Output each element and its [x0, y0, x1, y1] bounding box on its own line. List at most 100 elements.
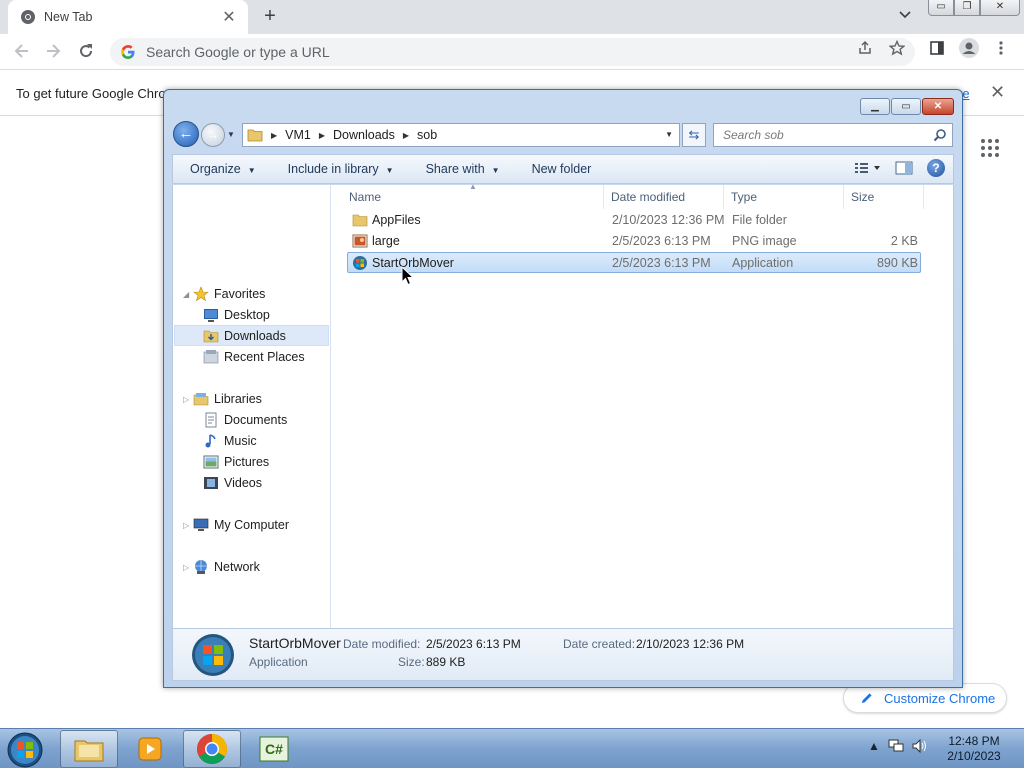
show-hidden-icons-icon[interactable]: ▲	[868, 739, 880, 753]
table-row[interactable]: AppFiles 2/10/2023 12:36 PM File folder	[348, 210, 922, 231]
explorer-forward-icon[interactable]: →	[201, 123, 225, 147]
nav-my-computer-label: My Computer	[214, 517, 290, 532]
breadcrumb-separator-icon[interactable]: ▶	[319, 131, 325, 140]
nav-favorites[interactable]: Favorites	[193, 283, 265, 304]
breadcrumb-downloads[interactable]: Downloads	[333, 128, 395, 142]
close-icon[interactable]: ✕	[980, 0, 1020, 16]
google-apps-icon[interactable]	[981, 139, 999, 157]
column-header-date-modified[interactable]: Date modified	[604, 185, 724, 209]
taskbar-csharp-button[interactable]: C#	[245, 730, 303, 768]
nav-downloads[interactable]: Downloads	[174, 325, 329, 346]
forward-icon[interactable]	[43, 42, 63, 62]
omnibox-input[interactable]	[144, 43, 764, 61]
command-bar: Organize ▼ Include in library ▼ Share with…	[172, 154, 954, 184]
folder-icon	[247, 129, 263, 142]
expand-arrow-icon[interactable]: ▷	[183, 521, 189, 530]
volume-icon[interactable]	[912, 739, 928, 753]
file-type: File folder	[732, 213, 787, 227]
system-tray: ▲	[868, 739, 928, 753]
explorer-search-box[interactable]	[713, 123, 953, 147]
recent-pages-chevron-icon[interactable]: ▼	[227, 130, 235, 139]
bookmark-star-icon[interactable]	[888, 39, 906, 60]
dropdown-arrow-icon: ▼	[491, 166, 500, 175]
nav-videos[interactable]: Videos	[203, 472, 262, 493]
include-in-library-label: Include in library	[287, 162, 379, 176]
table-row-selected[interactable]: StartOrbMover 2/5/2023 6:13 PM Applicati…	[347, 252, 921, 273]
details-file-name: StartOrbMover	[249, 635, 341, 651]
nav-pictures-label: Pictures	[224, 454, 270, 469]
csharp-icon: C#	[259, 736, 289, 762]
profile-avatar-icon[interactable]	[959, 38, 979, 62]
nav-network[interactable]: Network	[193, 556, 260, 577]
chrome-favicon-icon	[21, 10, 35, 24]
breadcrumb-vm1[interactable]: VM1	[285, 128, 311, 142]
network-tray-icon[interactable]	[888, 739, 904, 753]
back-icon[interactable]	[12, 42, 32, 62]
new-folder-button[interactable]: New folder	[515, 162, 607, 176]
taskbar-explorer-button[interactable]	[60, 730, 118, 768]
share-icon[interactable]	[857, 40, 873, 60]
table-row[interactable]: large 2/5/2023 6:13 PM PNG image 2 KB	[348, 231, 922, 252]
side-panel-icon[interactable]	[929, 40, 945, 60]
omnibox[interactable]	[110, 38, 915, 66]
address-bar[interactable]: ▶ VM1 ▶ Downloads ▶ sob ▼	[242, 123, 680, 147]
taskbar-chrome-button[interactable]	[183, 730, 241, 768]
refresh-icon[interactable]: ⇆	[682, 123, 706, 147]
taskbar-clock[interactable]: 12:48 PM 2/10/2023	[938, 734, 1010, 764]
view-options-icon[interactable]	[855, 162, 881, 174]
desktop-icon	[204, 308, 218, 322]
column-header-size[interactable]: Size	[844, 185, 924, 209]
nav-my-computer[interactable]: My Computer	[193, 514, 289, 535]
tab-close-icon[interactable]: ✕	[220, 7, 238, 27]
explorer-back-icon[interactable]: ←	[173, 121, 199, 147]
expand-arrow-icon[interactable]: ▷	[183, 563, 189, 572]
column-header-type[interactable]: Type	[724, 185, 844, 209]
new-tab-button[interactable]: +	[258, 5, 282, 29]
share-with-button[interactable]: Share with ▼	[409, 162, 515, 176]
help-icon[interactable]: ?	[927, 159, 945, 177]
explorer-search-input[interactable]	[721, 127, 921, 143]
explorer-maximize-icon[interactable]: ▭	[891, 98, 921, 115]
breadcrumb-separator-icon[interactable]: ▶	[403, 131, 409, 140]
network-icon	[195, 559, 207, 574]
column-header-name[interactable]: Name	[342, 185, 604, 209]
nav-libraries[interactable]: Libraries	[193, 388, 262, 409]
preview-pane-icon[interactable]	[895, 161, 913, 175]
dropdown-arrow-icon: ▼	[247, 166, 256, 175]
organize-button[interactable]: Organize ▼	[173, 162, 271, 176]
nav-desktop[interactable]: Desktop	[203, 304, 270, 325]
nav-documents[interactable]: Documents	[203, 409, 287, 430]
expand-arrow-icon[interactable]: ◢	[183, 290, 189, 299]
nav-music[interactable]: Music	[203, 430, 257, 451]
clock-date: 2/10/2023	[947, 749, 1001, 763]
breadcrumb-sob[interactable]: sob	[417, 128, 437, 142]
png-image-icon	[352, 234, 368, 248]
explorer-minimize-icon[interactable]: ▁	[860, 98, 890, 115]
reload-icon[interactable]	[76, 42, 96, 62]
start-orb-icon[interactable]	[7, 732, 43, 768]
restore-icon[interactable]: ❐	[954, 0, 980, 16]
tab-new-tab[interactable]: New Tab ✕	[8, 0, 248, 34]
file-date: 2/5/2023 6:13 PM	[612, 234, 711, 248]
expand-arrow-icon[interactable]: ▷	[183, 395, 189, 404]
share-with-label: Share with	[425, 162, 485, 176]
kebab-menu-icon[interactable]	[998, 40, 1004, 60]
chrome-tabstrip: New Tab ✕ + ▭ ❐ ✕	[0, 0, 1024, 34]
pencil-icon	[862, 693, 872, 703]
nav-recent-places[interactable]: Recent Places	[203, 346, 305, 367]
address-dropdown-icon[interactable]: ▼	[665, 130, 673, 139]
infobar-close-icon[interactable]: ✕	[990, 82, 1005, 103]
breadcrumb-separator-icon[interactable]: ▶	[271, 131, 277, 140]
search-icon[interactable]	[933, 128, 947, 142]
nav-documents-label: Documents	[224, 412, 288, 427]
nav-pictures[interactable]: Pictures	[203, 451, 269, 472]
taskbar-media-player-button[interactable]	[121, 730, 179, 768]
file-type: Application	[732, 256, 794, 270]
details-date-created-label: Date created:	[563, 637, 636, 651]
explorer-close-icon[interactable]: ✕	[922, 98, 954, 115]
file-row-appfiles[interactable]	[348, 305, 922, 326]
tab-search-chevron-icon[interactable]	[893, 8, 917, 28]
nav-videos-label: Videos	[224, 475, 262, 490]
include-in-library-button[interactable]: Include in library ▼	[271, 162, 409, 176]
minimize-icon[interactable]: ▭	[928, 0, 954, 16]
